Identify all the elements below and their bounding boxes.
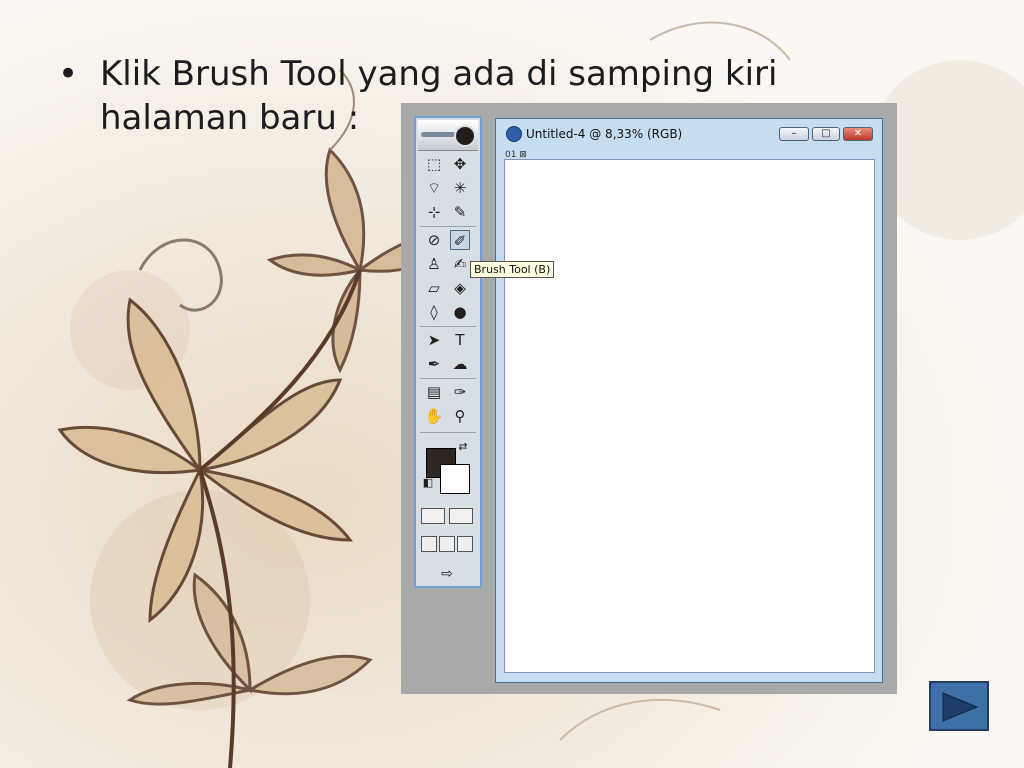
photoshop-doc-icon xyxy=(506,126,522,142)
custom-shape-tool-icon[interactable]: ☁ xyxy=(450,354,470,374)
healing-brush-tool-icon[interactable]: ⊘ xyxy=(424,230,444,250)
notes-tool-icon[interactable]: ▤ xyxy=(424,382,444,402)
document-title: Untitled-4 @ 8,33% (RGB) xyxy=(526,127,683,141)
magic-wand-tool-icon[interactable]: ✳ xyxy=(450,178,470,198)
document-window: Untitled-4 @ 8,33% (RGB) – □ ✕ 01 ⊠ xyxy=(495,118,883,683)
pen-tool-icon[interactable]: ✒ xyxy=(424,354,444,374)
background-color-swatch[interactable] xyxy=(440,464,470,494)
swap-colors-icon[interactable]: ⇄ xyxy=(456,440,470,454)
screen-mode-full-menu-button[interactable] xyxy=(439,536,455,552)
photoshop-screenshot: ⬚ ✥ ⌔ ✳ ⊹ ✎ ⊘ ✐ ♙ ✍ ▱ ◈ ◊ ● ➤ T ✒ ☁ ▤ ✑ … xyxy=(401,103,897,694)
paint-bucket-tool-icon[interactable]: ◈ xyxy=(450,278,470,298)
slice-tool-icon[interactable]: ✎ xyxy=(450,202,470,222)
feather-icon xyxy=(421,132,455,137)
move-tool-icon[interactable]: ✥ xyxy=(450,154,470,174)
jump-to-imageready-icon[interactable]: ⇨ xyxy=(421,564,473,584)
brush-tool-tooltip: Brush Tool (B) xyxy=(470,261,555,278)
toolbox-divider xyxy=(420,378,476,379)
screen-mode-full-button[interactable] xyxy=(457,536,473,552)
crop-tool-icon[interactable]: ⊹ xyxy=(424,202,444,222)
toolbox-divider xyxy=(420,432,476,433)
bullet-marker: • xyxy=(58,54,79,94)
toolbox-panel: ⬚ ✥ ⌔ ✳ ⊹ ✎ ⊘ ✐ ♙ ✍ ▱ ◈ ◊ ● ➤ T ✒ ☁ ▤ ✑ … xyxy=(414,116,482,588)
toolbox-divider xyxy=(420,226,476,227)
restore-button[interactable]: □ xyxy=(812,127,840,141)
eraser-tool-icon[interactable]: ▱ xyxy=(424,278,444,298)
path-selection-tool-icon[interactable]: ➤ xyxy=(424,330,444,350)
screen-mode-standard-button[interactable] xyxy=(421,536,437,552)
eye-icon xyxy=(454,125,476,147)
standard-mode-button[interactable] xyxy=(421,508,445,524)
close-button[interactable]: ✕ xyxy=(843,127,873,141)
brush-tool-icon[interactable]: ✐ xyxy=(450,230,470,250)
hand-tool-icon[interactable]: ✋ xyxy=(424,406,444,426)
blur-tool-icon[interactable]: ◊ xyxy=(424,302,444,322)
minimize-button[interactable]: – xyxy=(779,127,809,141)
default-colors-icon[interactable]: ◧ xyxy=(421,476,435,490)
clone-stamp-tool-icon[interactable]: ♙ xyxy=(424,254,444,274)
history-brush-tool-icon[interactable]: ✍ xyxy=(450,254,470,274)
toolbox-header xyxy=(418,120,478,151)
play-right-icon xyxy=(942,692,979,722)
next-slide-button[interactable] xyxy=(929,681,989,731)
marquee-tool-icon[interactable]: ⬚ xyxy=(424,154,444,174)
eyedropper-tool-icon[interactable]: ✑ xyxy=(450,382,470,402)
type-tool-icon[interactable]: T xyxy=(450,330,470,350)
toolbox-divider xyxy=(420,326,476,327)
lasso-tool-icon[interactable]: ⌔ xyxy=(424,178,444,198)
slide: • Klik Brush Tool yang ada di samping ki… xyxy=(0,0,1024,768)
zoom-tool-icon[interactable]: ⚲ xyxy=(450,406,470,426)
document-canvas[interactable] xyxy=(504,159,875,673)
dodge-tool-icon[interactable]: ● xyxy=(450,302,470,322)
quick-mask-button[interactable] xyxy=(449,508,473,524)
